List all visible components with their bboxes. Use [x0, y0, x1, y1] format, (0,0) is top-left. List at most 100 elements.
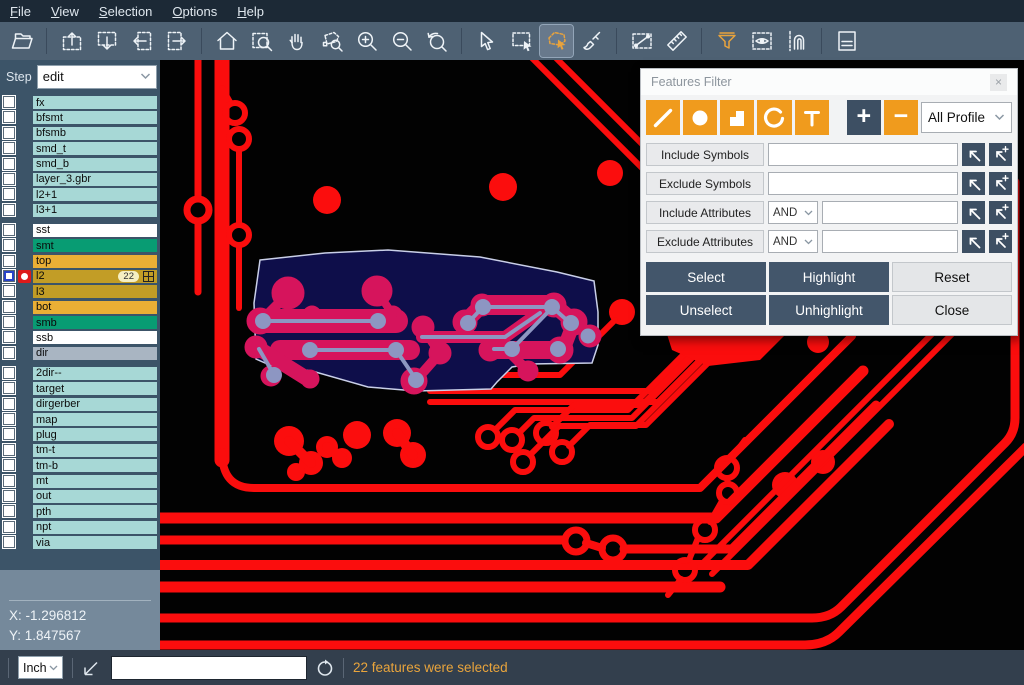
layer-row-bfsmb[interactable]: bfsmb — [0, 127, 160, 140]
select-button[interactable]: Select — [646, 262, 766, 292]
layer-visibility-checkbox[interactable] — [3, 142, 15, 154]
exclude-attributes-input[interactable] — [822, 230, 958, 253]
layer-name-bar[interactable]: smd_t — [33, 142, 157, 155]
menu-file[interactable]: File — [0, 3, 41, 20]
close-button[interactable]: Close — [892, 295, 1012, 325]
pick-add-from-canvas-icon[interactable] — [989, 172, 1012, 195]
layer-name-bar[interactable]: l2+1 — [33, 188, 157, 201]
layer-row-l2[interactable]: l222 — [0, 270, 160, 283]
pick-add-from-canvas-icon[interactable] — [989, 143, 1012, 166]
layer-row-bot[interactable]: bot — [0, 301, 160, 314]
layer-visibility-checkbox[interactable] — [3, 316, 15, 328]
layer-visibility-checkbox[interactable] — [3, 428, 15, 440]
select-pointer-icon[interactable] — [470, 25, 503, 57]
layer-name-bar[interactable]: l3 — [33, 285, 157, 298]
unit-select[interactable]: Inch — [18, 656, 63, 679]
logic-operator-select[interactable]: AND — [768, 201, 818, 224]
layer-visibility-checkbox[interactable] — [3, 521, 15, 533]
layer-row-plug[interactable]: plug — [0, 428, 160, 441]
layer-row-ssb[interactable]: ssb — [0, 331, 160, 344]
layer-name-bar[interactable]: ssb — [33, 331, 157, 344]
layer-name-bar[interactable]: bot — [33, 301, 157, 314]
step-select[interactable]: edit — [37, 65, 157, 89]
layer-row-smd_t[interactable]: smd_t — [0, 142, 160, 155]
layer-name-bar[interactable]: pth — [33, 505, 157, 518]
layer-name-bar[interactable]: smb — [33, 316, 157, 329]
layer-visibility-checkbox[interactable] — [3, 158, 15, 170]
layer-row-out[interactable]: out — [0, 490, 160, 503]
pad-feature-icon[interactable] — [683, 100, 717, 135]
reset-button[interactable]: Reset — [892, 262, 1012, 292]
layer-row-2dir--[interactable]: 2dir-- — [0, 367, 160, 380]
layer-name-bar[interactable]: smt — [33, 239, 157, 252]
layer-name-bar[interactable]: bfsmt — [33, 111, 157, 124]
pick-add-from-canvas-icon[interactable] — [989, 230, 1012, 253]
zoom-in-icon[interactable] — [350, 25, 383, 57]
layer-visibility-checkbox[interactable] — [3, 301, 15, 313]
layer-name-bar[interactable]: top — [33, 255, 157, 268]
layer-visibility-checkbox[interactable] — [3, 331, 15, 343]
home-icon[interactable] — [210, 25, 243, 57]
layer-name-bar[interactable]: map — [33, 413, 157, 426]
layer-visibility-checkbox[interactable] — [3, 444, 15, 456]
pan-left-icon[interactable] — [125, 25, 158, 57]
include-symbols-input[interactable] — [768, 143, 958, 166]
command-input[interactable] — [111, 656, 307, 680]
measure-line-icon[interactable] — [625, 25, 658, 57]
layer-visibility-checkbox[interactable] — [3, 127, 15, 139]
layer-row-sst[interactable]: sst — [0, 224, 160, 237]
layer-row-fx[interactable]: fx — [0, 96, 160, 109]
layer-visibility-checkbox[interactable] — [3, 490, 15, 502]
exclude-symbols-button[interactable]: Exclude Symbols — [646, 172, 764, 195]
text-feature-icon[interactable] — [795, 100, 829, 135]
view-box-icon[interactable] — [745, 25, 778, 57]
layer-name-bar[interactable]: via — [33, 536, 157, 549]
layer-row-l3+1[interactable]: l3+1 — [0, 204, 160, 217]
layer-row-dirgerber[interactable]: dirgerber — [0, 398, 160, 411]
layer-visibility-checkbox[interactable] — [3, 239, 15, 251]
layer-row-mt[interactable]: mt — [0, 475, 160, 488]
unselect-button[interactable]: Unselect — [646, 295, 766, 325]
zoom-area-icon[interactable] — [315, 25, 348, 57]
include-symbols-button[interactable]: Include Symbols — [646, 143, 764, 166]
add-filter-button[interactable]: + — [847, 100, 881, 135]
layer-row-smt[interactable]: smt — [0, 239, 160, 252]
layer-name-bar[interactable]: l222 — [33, 270, 157, 283]
exclude-symbols-input[interactable] — [768, 172, 958, 195]
layer-visibility-checkbox[interactable] — [3, 270, 15, 282]
clear-brush-icon[interactable] — [575, 25, 608, 57]
filter-icon[interactable] — [710, 25, 743, 57]
pan-right-icon[interactable] — [160, 25, 193, 57]
layer-name-bar[interactable]: smd_b — [33, 158, 157, 171]
close-icon[interactable]: × — [990, 74, 1007, 91]
logic-operator-select[interactable]: AND — [768, 230, 818, 253]
layer-visibility-checkbox[interactable] — [3, 536, 15, 548]
layer-name-bar[interactable]: sst — [33, 224, 157, 237]
dialog-title-bar[interactable]: Features Filter × — [641, 69, 1017, 95]
layer-name-bar[interactable]: l3+1 — [33, 204, 157, 217]
layer-name-bar[interactable]: layer_3.gbr — [33, 173, 157, 186]
layer-visibility-checkbox[interactable] — [3, 255, 15, 267]
layer-name-bar[interactable]: plug — [33, 428, 157, 441]
select-rectangle-icon[interactable] — [505, 25, 538, 57]
pick-add-from-canvas-icon[interactable] — [989, 201, 1012, 224]
snap-icon[interactable] — [780, 25, 813, 57]
layer-row-top[interactable]: top — [0, 255, 160, 268]
exclude-attributes-button[interactable]: Exclude Attributes — [646, 230, 764, 253]
layer-row-bfsmt[interactable]: bfsmt — [0, 111, 160, 124]
menu-view[interactable]: View — [41, 3, 89, 20]
pan-up-icon[interactable] — [55, 25, 88, 57]
layer-visibility-checkbox[interactable] — [3, 173, 15, 185]
layer-list-icon[interactable] — [830, 25, 863, 57]
layer-visibility-checkbox[interactable] — [3, 111, 15, 123]
layer-name-bar[interactable]: fx — [33, 96, 157, 109]
pick-from-canvas-icon[interactable] — [962, 201, 985, 224]
layer-name-bar[interactable]: out — [33, 490, 157, 503]
profile-select[interactable]: All Profile — [921, 102, 1012, 133]
layer-name-bar[interactable]: tm-t — [33, 444, 157, 457]
layer-visibility-checkbox[interactable] — [3, 382, 15, 394]
layer-row-npt[interactable]: npt — [0, 521, 160, 534]
layer-name-bar[interactable]: 2dir-- — [33, 367, 157, 380]
layer-row-smd_b[interactable]: smd_b — [0, 158, 160, 171]
layer-row-tm-b[interactable]: tm-b — [0, 459, 160, 472]
